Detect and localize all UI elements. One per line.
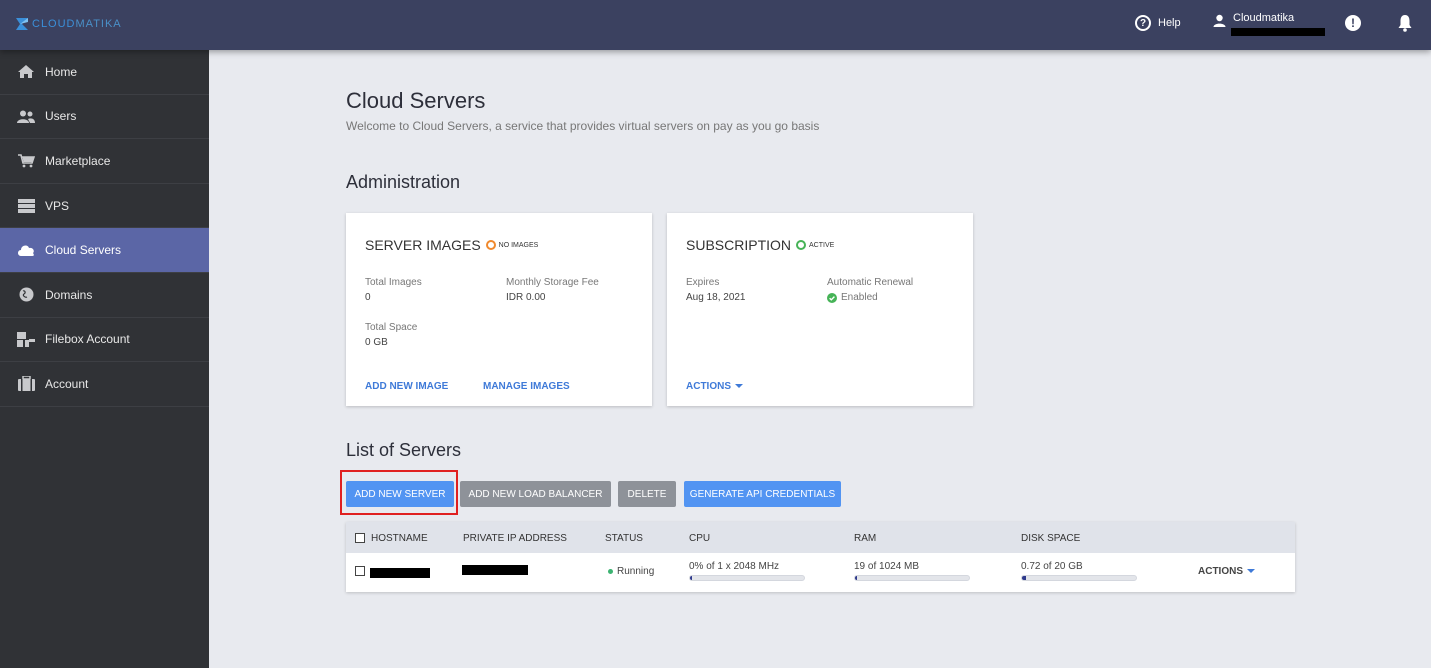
top-bar: CLOUDMATIKA ? Help Cloudmatika !: [0, 0, 1431, 50]
redacted-private-ip: [462, 565, 528, 575]
redacted-email: [1231, 28, 1325, 36]
server-images-card: SERVER IMAGES NO IMAGES Total Images 0 M…: [346, 213, 652, 406]
help-link[interactable]: ? Help: [1135, 15, 1181, 31]
sidebar-item-home[interactable]: Home: [0, 50, 209, 95]
expires-label: Expires: [686, 277, 720, 288]
sidebar-item-domains[interactable]: Domains: [0, 273, 209, 318]
sidebar-item-label: VPS: [45, 198, 70, 213]
check-circle-icon: [827, 292, 837, 303]
sidebar-item-label: Users: [45, 109, 77, 124]
sidebar-item-label: Home: [45, 64, 78, 79]
row-checkbox[interactable]: [355, 566, 365, 576]
server-icon: [16, 198, 36, 214]
help-icon: ?: [1135, 15, 1151, 31]
auto-renewal-value: Enabled: [827, 292, 878, 303]
column-header-disk-space[interactable]: DISK SPACE: [1021, 533, 1080, 544]
sitemap-icon: [16, 331, 36, 347]
sidebar-item-account[interactable]: Account: [0, 362, 209, 407]
cpu-usage-meter: [689, 575, 805, 581]
ram-usage-text: 19 of 1024 MB: [854, 561, 920, 572]
column-header-cpu[interactable]: CPU: [689, 533, 710, 544]
home-icon: [16, 64, 36, 80]
total-space-label: Total Space: [365, 322, 418, 333]
servers-table: HOSTNAME PRIVATE IP ADDRESS STATUS CPU R…: [346, 522, 1295, 592]
sidebar: Home Users Marketplace VPS Cloud Servers…: [0, 50, 209, 668]
select-all-checkbox[interactable]: [355, 533, 365, 543]
logo-mark-icon: [16, 18, 28, 30]
column-header-private-ip[interactable]: PRIVATE IP ADDRESS: [463, 533, 567, 544]
disk-usage-text: 0.72 of 20 GB: [1021, 561, 1083, 572]
briefcase-icon: [16, 376, 36, 392]
row-actions-link[interactable]: ACTIONS: [1198, 566, 1255, 577]
storage-fee-value: IDR 0.00: [506, 292, 546, 303]
column-header-status[interactable]: STATUS: [605, 533, 643, 544]
main-content: Cloud Servers Welcome to Cloud Servers, …: [209, 50, 1431, 668]
subscription-card: SUBSCRIPTION ACTIVE Expires Aug 18, 2021…: [667, 213, 973, 406]
subscription-title: SUBSCRIPTION ACTIVE: [686, 237, 835, 253]
administration-heading: Administration: [346, 172, 461, 192]
auto-renewal-label: Automatic Renewal: [827, 277, 914, 288]
sidebar-item-filebox-account[interactable]: Filebox Account: [0, 318, 209, 363]
sidebar-item-label: Filebox Account: [45, 332, 130, 347]
ram-usage-meter: [854, 575, 970, 581]
sidebar-item-label: Marketplace: [45, 153, 111, 168]
total-images-value: 0: [365, 292, 371, 303]
server-images-title: SERVER IMAGES NO IMAGES: [365, 237, 539, 253]
sidebar-item-label: Account: [45, 376, 89, 391]
bell-icon[interactable]: [1397, 14, 1413, 32]
sidebar-item-cloud-servers[interactable]: Cloud Servers: [0, 228, 209, 273]
list-of-servers-heading: List of Servers: [346, 440, 462, 460]
add-new-image-link[interactable]: ADD NEW IMAGE: [365, 381, 448, 392]
redacted-hostname[interactable]: [370, 568, 430, 578]
delete-button[interactable]: DELETE: [618, 481, 676, 507]
column-header-hostname[interactable]: HOSTNAME: [371, 533, 428, 544]
total-space-value: 0 GB: [365, 337, 388, 348]
caret-down-icon: [1247, 569, 1255, 574]
add-new-load-balancer-button[interactable]: ADD NEW LOAD BALANCER: [460, 481, 611, 507]
active-status-icon: [796, 240, 807, 250]
running-status-dot: [608, 568, 613, 574]
cart-icon: [16, 153, 36, 169]
caret-down-icon: [735, 384, 743, 389]
users-icon: [16, 108, 36, 124]
add-new-server-button[interactable]: ADD NEW SERVER: [346, 481, 454, 507]
user-name: Cloudmatika: [1233, 12, 1295, 24]
sidebar-item-label: Cloud Servers: [45, 243, 122, 258]
sidebar-item-marketplace[interactable]: Marketplace: [0, 139, 209, 184]
storage-fee-label: Monthly Storage Fee: [506, 277, 599, 288]
no-images-status-text: NO IMAGES: [498, 241, 539, 249]
expires-value: Aug 18, 2021: [686, 292, 746, 303]
table-header: HOSTNAME PRIVATE IP ADDRESS STATUS CPU R…: [346, 522, 1295, 553]
cloudmatika-logo[interactable]: CLOUDMATIKA: [14, 16, 122, 32]
page-subtitle: Welcome to Cloud Servers, a service that…: [346, 119, 820, 133]
user-icon: [1213, 14, 1226, 27]
total-images-label: Total Images: [365, 277, 422, 288]
no-images-status-icon: [485, 240, 496, 250]
help-label: Help: [1158, 17, 1181, 29]
page-title: Cloud Servers: [346, 88, 486, 113]
active-status-text: ACTIVE: [809, 241, 835, 249]
cloud-icon: [16, 242, 36, 258]
sidebar-item-label: Domains: [45, 287, 93, 302]
status-cell: Running: [608, 566, 654, 577]
sidebar-item-vps[interactable]: VPS: [0, 184, 209, 229]
alert-icon[interactable]: !: [1345, 15, 1361, 31]
sidebar-item-users[interactable]: Users: [0, 95, 209, 140]
manage-images-link[interactable]: MANAGE IMAGES: [483, 381, 570, 392]
logo-wordmark: CLOUDMATIKA: [32, 18, 122, 30]
column-header-ram[interactable]: RAM: [854, 533, 876, 544]
disk-usage-meter: [1021, 575, 1137, 581]
cpu-usage-text: 0% of 1 x 2048 MHz: [689, 561, 780, 572]
generate-api-credentials-button[interactable]: GENERATE API CREDENTIALS: [684, 481, 841, 507]
globe-icon: [16, 287, 36, 303]
subscription-actions-link[interactable]: ACTIONS: [686, 381, 743, 392]
